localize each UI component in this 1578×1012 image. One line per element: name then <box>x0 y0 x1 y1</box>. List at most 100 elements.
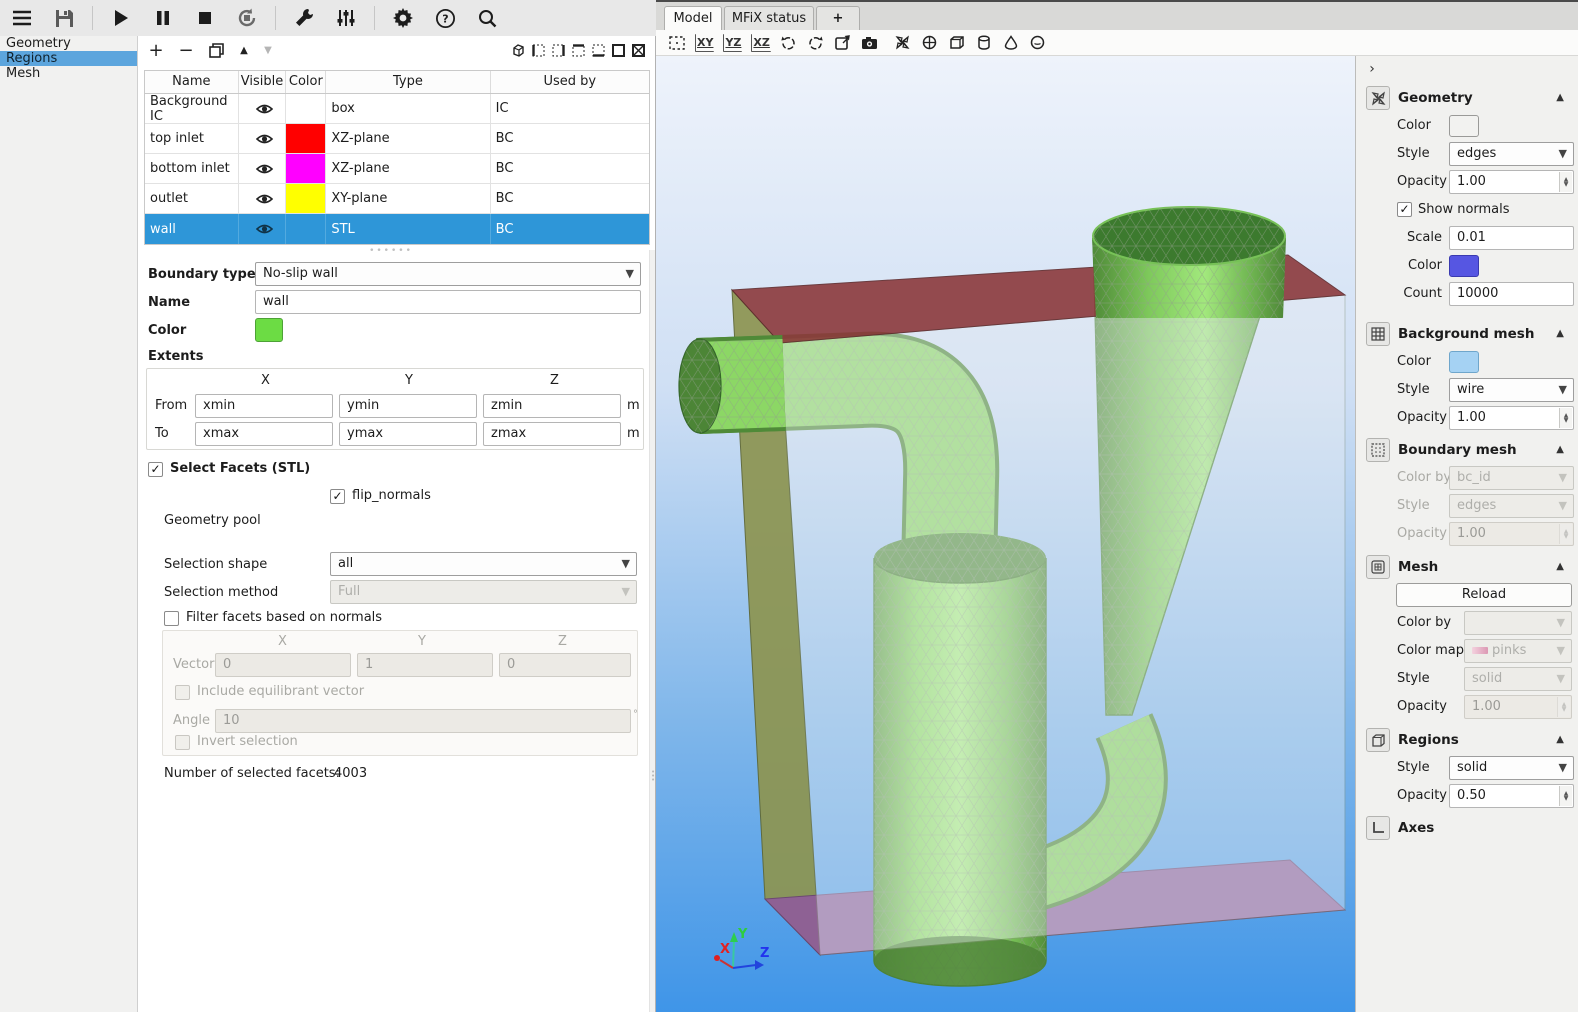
help-icon[interactable]: ? <box>431 4 459 32</box>
visibility-eye-icon[interactable] <box>239 94 287 123</box>
spin-arrows-icon[interactable]: ▲▼ <box>1559 172 1572 192</box>
mesh-color-by-select[interactable]: ▼ <box>1464 611 1572 635</box>
extent-xmax-input[interactable]: xmax <box>195 422 333 446</box>
bottom-plane-icon[interactable] <box>588 40 608 60</box>
table-row[interactable]: outlet XY-plane BC <box>145 184 649 214</box>
flip-normals-checkbox[interactable] <box>330 489 345 504</box>
spin-arrows-icon[interactable]: ▲▼ <box>1559 408 1572 428</box>
vector-x-input[interactable]: 0 <box>215 653 351 677</box>
vector-y-input[interactable]: 1 <box>357 653 493 677</box>
pause-icon[interactable] <box>149 4 177 32</box>
move-down-icon[interactable]: ▼ <box>258 40 278 60</box>
tab-model[interactable]: Model <box>664 6 722 33</box>
boundary-mesh-section-icon[interactable] <box>1366 438 1390 462</box>
show-normals-checkbox[interactable] <box>1397 202 1412 217</box>
region-color-cell[interactable] <box>286 94 326 123</box>
background-mesh-section-icon[interactable] <box>1366 322 1390 346</box>
equilibrant-checkbox[interactable] <box>175 685 190 700</box>
splitter-handle[interactable]: •••••• <box>138 246 644 256</box>
collapse-caret-icon[interactable]: ▲ <box>1556 322 1564 346</box>
invert-selection-checkbox[interactable] <box>175 735 190 750</box>
add-region-button[interactable]: + <box>146 40 166 60</box>
table-row[interactable]: Background IC box IC <box>145 94 649 124</box>
camera-icon[interactable] <box>861 34 879 52</box>
boundary-mesh-opacity-spinbox[interactable]: 1.00▲▼ <box>1449 522 1574 546</box>
boundary-type-select[interactable]: No-slip wall▼ <box>255 262 641 286</box>
column-header-type[interactable]: Type <box>326 71 490 93</box>
table-row[interactable]: top inlet XZ-plane BC <box>145 124 649 154</box>
bg-mesh-color-button[interactable] <box>1449 351 1479 373</box>
view-xy-icon[interactable]: XY <box>695 34 714 52</box>
extent-xmin-input[interactable]: xmin <box>195 394 333 418</box>
search-icon[interactable] <box>473 4 501 32</box>
region-name-input[interactable]: wall <box>255 290 641 314</box>
mesh-section-title[interactable]: Mesh <box>1398 555 1438 579</box>
collapse-caret-icon[interactable]: ▲ <box>1556 728 1564 752</box>
regions-opacity-spinbox[interactable]: 0.50▲▼ <box>1449 784 1574 808</box>
extent-ymax-input[interactable]: ymax <box>339 422 477 446</box>
extent-ymin-input[interactable]: ymin <box>339 394 477 418</box>
geometry-section-title[interactable]: Geometry <box>1398 86 1473 110</box>
sphere-icon[interactable] <box>1029 34 1047 52</box>
geometry-opacity-spinbox[interactable]: 1.00▲▼ <box>1449 170 1574 194</box>
parameters-sliders-icon[interactable] <box>332 4 360 32</box>
collapse-caret-icon[interactable]: ▲ <box>1556 555 1564 579</box>
reset-icon[interactable] <box>233 4 261 32</box>
spin-arrows-icon[interactable]: ▲▼ <box>1559 786 1572 806</box>
rotate-right-icon[interactable] <box>807 34 825 52</box>
left-plane-icon[interactable] <box>528 40 548 60</box>
top-plane-icon[interactable] <box>568 40 588 60</box>
mesh-section-icon[interactable] <box>1366 555 1390 579</box>
region-color-cell[interactable] <box>286 124 326 153</box>
normals-color-button[interactable] <box>1449 255 1479 277</box>
axes-section-title[interactable]: Axes <box>1398 816 1434 840</box>
visibility-eye-icon[interactable] <box>239 154 287 183</box>
geometry-section-icon[interactable] <box>1366 86 1390 110</box>
boundary-mesh-color-by-select[interactable]: bc_id▼ <box>1449 466 1574 490</box>
selection-method-select[interactable]: Full▼ <box>330 580 637 604</box>
boundary-mesh-section-title[interactable]: Boundary mesh <box>1398 438 1517 462</box>
cube-icon[interactable] <box>948 34 966 52</box>
save-icon[interactable] <box>50 4 78 32</box>
column-header-color[interactable]: Color <box>286 71 326 93</box>
cylinder-icon[interactable] <box>975 34 993 52</box>
boundary-mesh-style-select[interactable]: edges▼ <box>1449 494 1574 518</box>
screenshot-edit-icon[interactable] <box>834 34 852 52</box>
extent-zmin-input[interactable]: zmin <box>483 394 621 418</box>
bg-mesh-opacity-spinbox[interactable]: 1.00▲▼ <box>1449 406 1574 430</box>
spin-arrows-icon[interactable]: ▲▼ <box>1557 697 1570 717</box>
angle-input[interactable]: 10 <box>215 709 631 733</box>
visibility-eye-icon[interactable] <box>239 124 287 153</box>
3d-region-icon[interactable] <box>508 40 528 60</box>
normals-count-input[interactable]: 10000 <box>1449 282 1574 306</box>
panel-splitter[interactable]: ••• <box>649 250 655 1012</box>
panel-collapse-button[interactable]: › <box>1364 62 1380 78</box>
bg-mesh-style-select[interactable]: wire▼ <box>1449 378 1574 402</box>
perspective-icon[interactable] <box>894 34 912 52</box>
region-color-cell[interactable] <box>286 154 326 183</box>
axes-section-icon[interactable] <box>1366 816 1390 840</box>
3d-viewport[interactable]: Y X Z <box>656 56 1355 1012</box>
background-mesh-section-title[interactable]: Background mesh <box>1398 322 1534 346</box>
box-region-icon[interactable] <box>608 40 628 60</box>
geometry-color-button[interactable] <box>1449 115 1479 137</box>
tab-mfix-status[interactable]: MFiX status <box>724 6 814 32</box>
duplicate-region-icon[interactable] <box>206 40 226 60</box>
regions-section-title[interactable]: Regions <box>1398 728 1459 752</box>
regions-style-select[interactable]: solid▼ <box>1449 756 1574 780</box>
mesh-opacity-spinbox[interactable]: 1.00▲▼ <box>1464 695 1572 719</box>
visibility-eye-icon[interactable] <box>239 184 287 213</box>
sidebar-item-regions[interactable]: Regions <box>0 51 137 66</box>
vector-z-input[interactable]: 0 <box>499 653 631 677</box>
mesh-style-select[interactable]: solid▼ <box>1464 667 1572 691</box>
mesh-reload-button[interactable]: Reload <box>1396 583 1572 607</box>
select-facets-checkbox[interactable] <box>148 462 163 477</box>
collapse-caret-icon[interactable]: ▲ <box>1556 438 1564 462</box>
fit-view-icon[interactable] <box>668 34 686 52</box>
move-up-icon[interactable]: ▲ <box>234 40 254 60</box>
geometry-style-select[interactable]: edges▼ <box>1449 142 1574 166</box>
view-xz-icon[interactable]: XZ <box>751 34 770 52</box>
table-row-selected[interactable]: wall STL BC <box>145 214 649 244</box>
mesh-color-map-select[interactable]: pinks▼ <box>1464 639 1572 663</box>
region-color-button[interactable] <box>255 318 283 342</box>
